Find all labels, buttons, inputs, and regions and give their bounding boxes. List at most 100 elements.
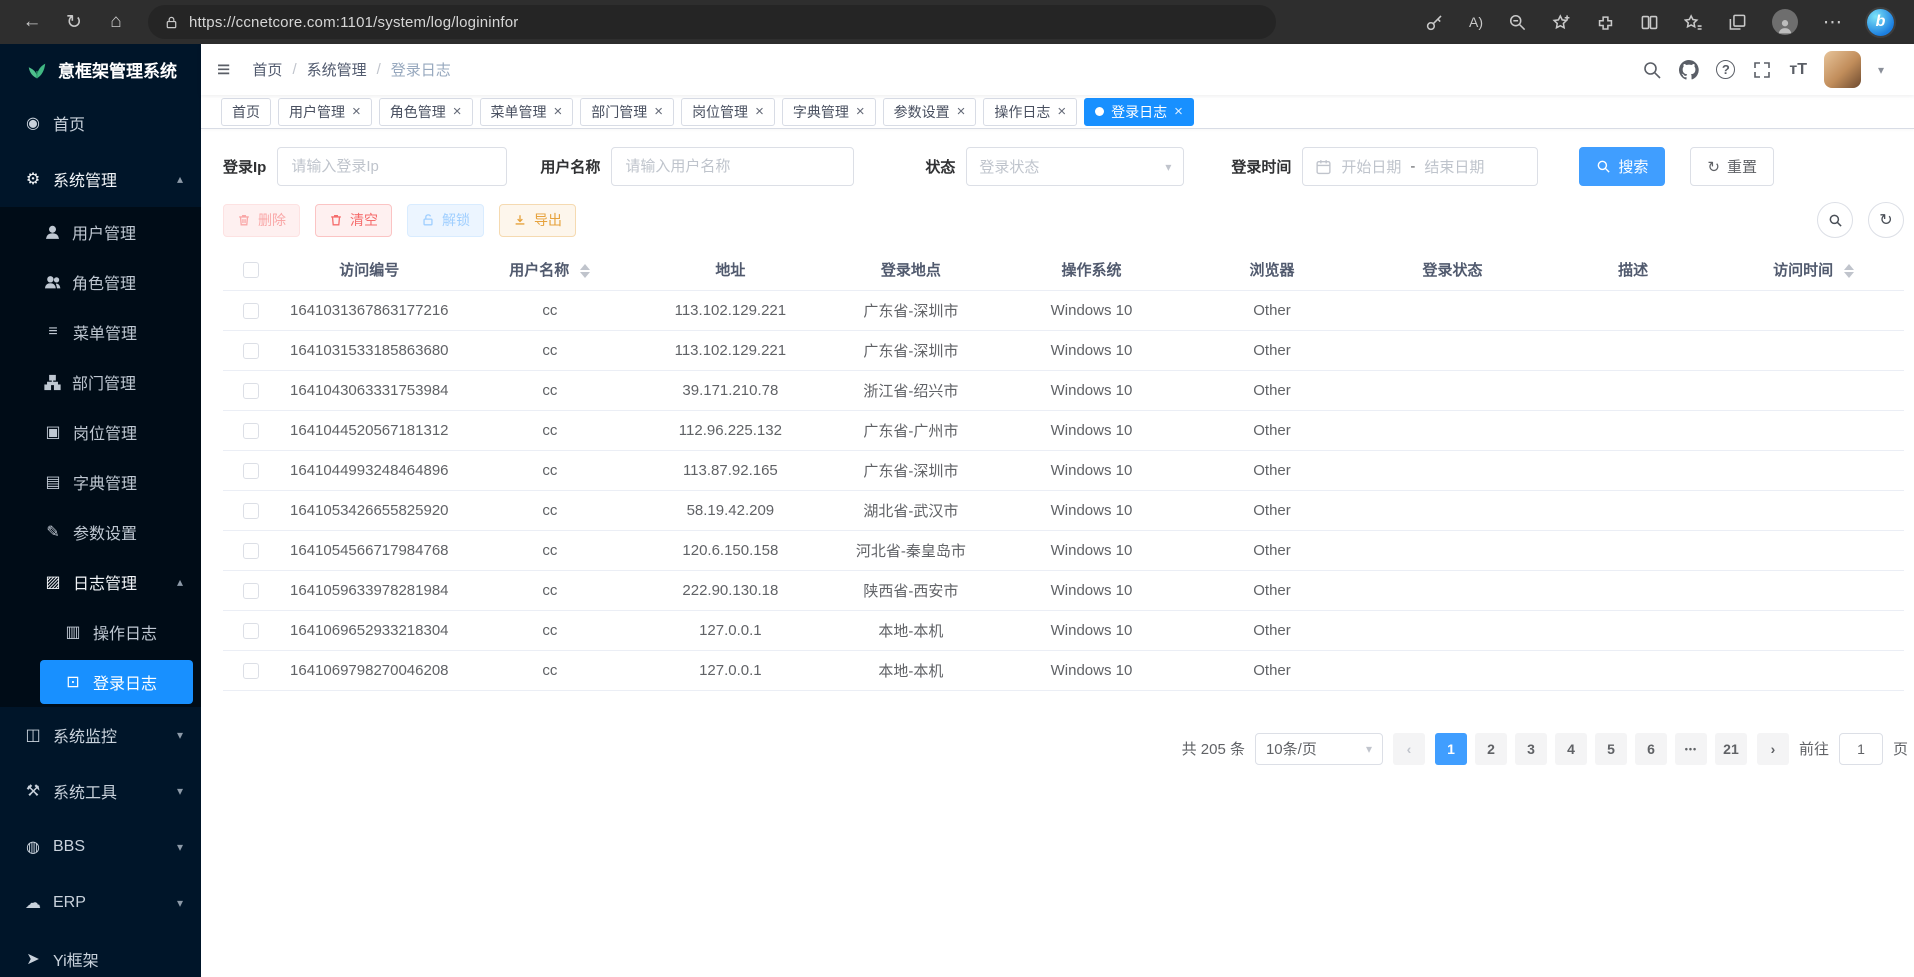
extensions-icon[interactable] bbox=[1596, 13, 1615, 32]
sidebar-item-dict-management[interactable]: ▤ 字典管理 bbox=[0, 457, 201, 507]
row-checkbox[interactable] bbox=[243, 503, 259, 519]
toggle-search-button[interactable] bbox=[1817, 202, 1853, 238]
delete-button[interactable]: 删除 bbox=[223, 204, 300, 237]
sidebar-item-param-settings[interactable]: ✎ 参数设置 bbox=[0, 507, 201, 557]
pager-next-button[interactable]: › bbox=[1757, 733, 1789, 765]
tab-close-icon[interactable]: × bbox=[755, 104, 764, 119]
breadcrumb-home[interactable]: 首页 bbox=[252, 59, 282, 80]
pager-page-1[interactable]: 1 bbox=[1435, 733, 1467, 765]
address-bar[interactable]: https://ccnetcore.com:1101/system/log/lo… bbox=[148, 5, 1276, 39]
breadcrumb-system-management[interactable]: 系统管理 bbox=[307, 59, 367, 80]
pager-page-21[interactable]: 21 bbox=[1715, 733, 1747, 765]
browser-profile-avatar[interactable] bbox=[1772, 9, 1798, 35]
user-avatar[interactable] bbox=[1824, 51, 1861, 88]
avatar-caret-icon[interactable]: ▾ bbox=[1878, 63, 1884, 77]
sidebar-item-login-log[interactable]: ⊡ 登录日志 bbox=[0, 657, 201, 707]
pager-page-5[interactable]: 5 bbox=[1595, 733, 1627, 765]
tab-首页[interactable]: 首页 bbox=[221, 98, 271, 126]
sidebar-item-dept-management[interactable]: 部门管理 bbox=[0, 357, 201, 407]
tab-部门管理[interactable]: 部门管理× bbox=[580, 98, 674, 126]
row-checkbox[interactable] bbox=[243, 583, 259, 599]
password-key-icon[interactable] bbox=[1425, 13, 1444, 32]
sidebar-item-role-management[interactable]: 角色管理 bbox=[0, 257, 201, 307]
tab-菜单管理[interactable]: 菜单管理× bbox=[480, 98, 574, 126]
jump-page-input[interactable] bbox=[1839, 733, 1883, 765]
tab-close-icon[interactable]: × bbox=[957, 104, 966, 119]
pager-ellipsis[interactable]: ••• bbox=[1675, 733, 1707, 765]
status-select[interactable]: 登录状态 ▾ bbox=[966, 147, 1184, 186]
unlock-button[interactable]: 解锁 bbox=[407, 204, 484, 237]
row-checkbox[interactable] bbox=[243, 343, 259, 359]
sidebar-item-system-tools[interactable]: ⚒ 系统工具 ▾ bbox=[0, 763, 201, 819]
tab-close-icon[interactable]: × bbox=[1057, 104, 1066, 119]
fullscreen-icon[interactable] bbox=[1752, 60, 1772, 80]
date-range-picker[interactable]: 开始日期 - 结束日期 bbox=[1302, 147, 1538, 186]
sidebar-item-bbs[interactable]: ◍ BBS ▾ bbox=[0, 819, 201, 875]
row-checkbox[interactable] bbox=[243, 623, 259, 639]
row-checkbox[interactable] bbox=[243, 303, 259, 319]
sidebar-item-erp[interactable]: ☁ ERP ▾ bbox=[0, 875, 201, 931]
read-aloud-icon[interactable]: A) bbox=[1469, 14, 1483, 30]
sidebar-item-system-management[interactable]: ⚙ 系统管理 ▴ bbox=[0, 151, 201, 207]
row-checkbox[interactable] bbox=[243, 423, 259, 439]
sidebar-item-system-monitor[interactable]: ◫ 系统监控 ▾ bbox=[0, 707, 201, 763]
tab-close-icon[interactable]: × bbox=[554, 104, 563, 119]
row-checkbox[interactable] bbox=[243, 463, 259, 479]
export-button[interactable]: 导出 bbox=[499, 204, 576, 237]
sidebar-item-user-management[interactable]: 用户管理 bbox=[0, 207, 201, 257]
tab-参数设置[interactable]: 参数设置× bbox=[883, 98, 977, 126]
pager-page-6[interactable]: 6 bbox=[1635, 733, 1667, 765]
favorites-add-icon[interactable] bbox=[1552, 13, 1571, 32]
refresh-table-button[interactable]: ↻ bbox=[1868, 202, 1904, 238]
sidebar-item-home[interactable]: ◉ 首页 bbox=[0, 95, 201, 151]
column-header-username[interactable]: 用户名称 bbox=[460, 250, 641, 290]
tab-字典管理[interactable]: 字典管理× bbox=[782, 98, 876, 126]
font-size-icon[interactable]: тT bbox=[1789, 61, 1807, 79]
sidebar-item-yi-framework[interactable]: ➤ Yi框架 bbox=[0, 931, 201, 977]
favorites-bar-icon[interactable] bbox=[1684, 13, 1703, 32]
pager-page-2[interactable]: 2 bbox=[1475, 733, 1507, 765]
row-checkbox[interactable] bbox=[243, 383, 259, 399]
row-checkbox[interactable] bbox=[243, 663, 259, 679]
browser-home-button[interactable]: ⌂ bbox=[98, 5, 134, 39]
tab-登录日志[interactable]: 登录日志× bbox=[1084, 98, 1194, 126]
row-checkbox[interactable] bbox=[243, 543, 259, 559]
search-icon[interactable] bbox=[1642, 60, 1662, 80]
tab-角色管理[interactable]: 角色管理× bbox=[379, 98, 473, 126]
split-screen-icon[interactable] bbox=[1640, 13, 1659, 32]
select-all-checkbox[interactable] bbox=[243, 262, 259, 278]
sort-icons[interactable] bbox=[1844, 264, 1854, 278]
copilot-bing-icon[interactable]: b bbox=[1867, 9, 1894, 36]
clear-button[interactable]: 清空 bbox=[315, 204, 392, 237]
tab-close-icon[interactable]: × bbox=[1174, 104, 1183, 119]
collections-icon[interactable] bbox=[1728, 13, 1747, 32]
browser-settings-icon[interactable]: ⋯ bbox=[1823, 11, 1842, 34]
pager-page-3[interactable]: 3 bbox=[1515, 733, 1547, 765]
tab-close-icon[interactable]: × bbox=[453, 104, 462, 119]
pager-prev-button[interactable]: ‹ bbox=[1393, 733, 1425, 765]
tab-操作日志[interactable]: 操作日志× bbox=[983, 98, 1077, 126]
sort-icons[interactable] bbox=[580, 264, 590, 278]
column-header-time[interactable]: 访问时间 bbox=[1723, 250, 1904, 290]
browser-refresh-button[interactable]: ↻ bbox=[56, 5, 92, 39]
tab-close-icon[interactable]: × bbox=[856, 104, 865, 119]
pager-page-4[interactable]: 4 bbox=[1555, 733, 1587, 765]
zoom-icon[interactable] bbox=[1508, 13, 1527, 32]
browser-back-button[interactable]: ← bbox=[14, 5, 50, 39]
sidebar-item-operation-log[interactable]: ▥ 操作日志 bbox=[0, 607, 201, 657]
tab-close-icon[interactable]: × bbox=[352, 104, 361, 119]
tab-岗位管理[interactable]: 岗位管理× bbox=[681, 98, 775, 126]
github-icon[interactable] bbox=[1679, 60, 1699, 80]
sidebar-item-log-management[interactable]: ▨ 日志管理 ▴ bbox=[0, 557, 201, 607]
tab-用户管理[interactable]: 用户管理× bbox=[278, 98, 372, 126]
sidebar-item-post-management[interactable]: ▣ 岗位管理 bbox=[0, 407, 201, 457]
tab-close-icon[interactable]: × bbox=[654, 104, 663, 119]
login-ip-input[interactable] bbox=[277, 147, 507, 186]
username-input[interactable] bbox=[611, 147, 854, 186]
page-size-select[interactable]: 10条/页 ▾ bbox=[1255, 733, 1383, 765]
sidebar-item-menu-management[interactable]: ≡ 菜单管理 bbox=[0, 307, 201, 357]
help-icon[interactable]: ? bbox=[1716, 60, 1735, 79]
active-menu-pill[interactable]: ⊡ 登录日志 bbox=[40, 660, 193, 704]
search-button[interactable]: 搜索 bbox=[1579, 147, 1665, 186]
reset-button[interactable]: ↻ 重置 bbox=[1690, 147, 1774, 186]
